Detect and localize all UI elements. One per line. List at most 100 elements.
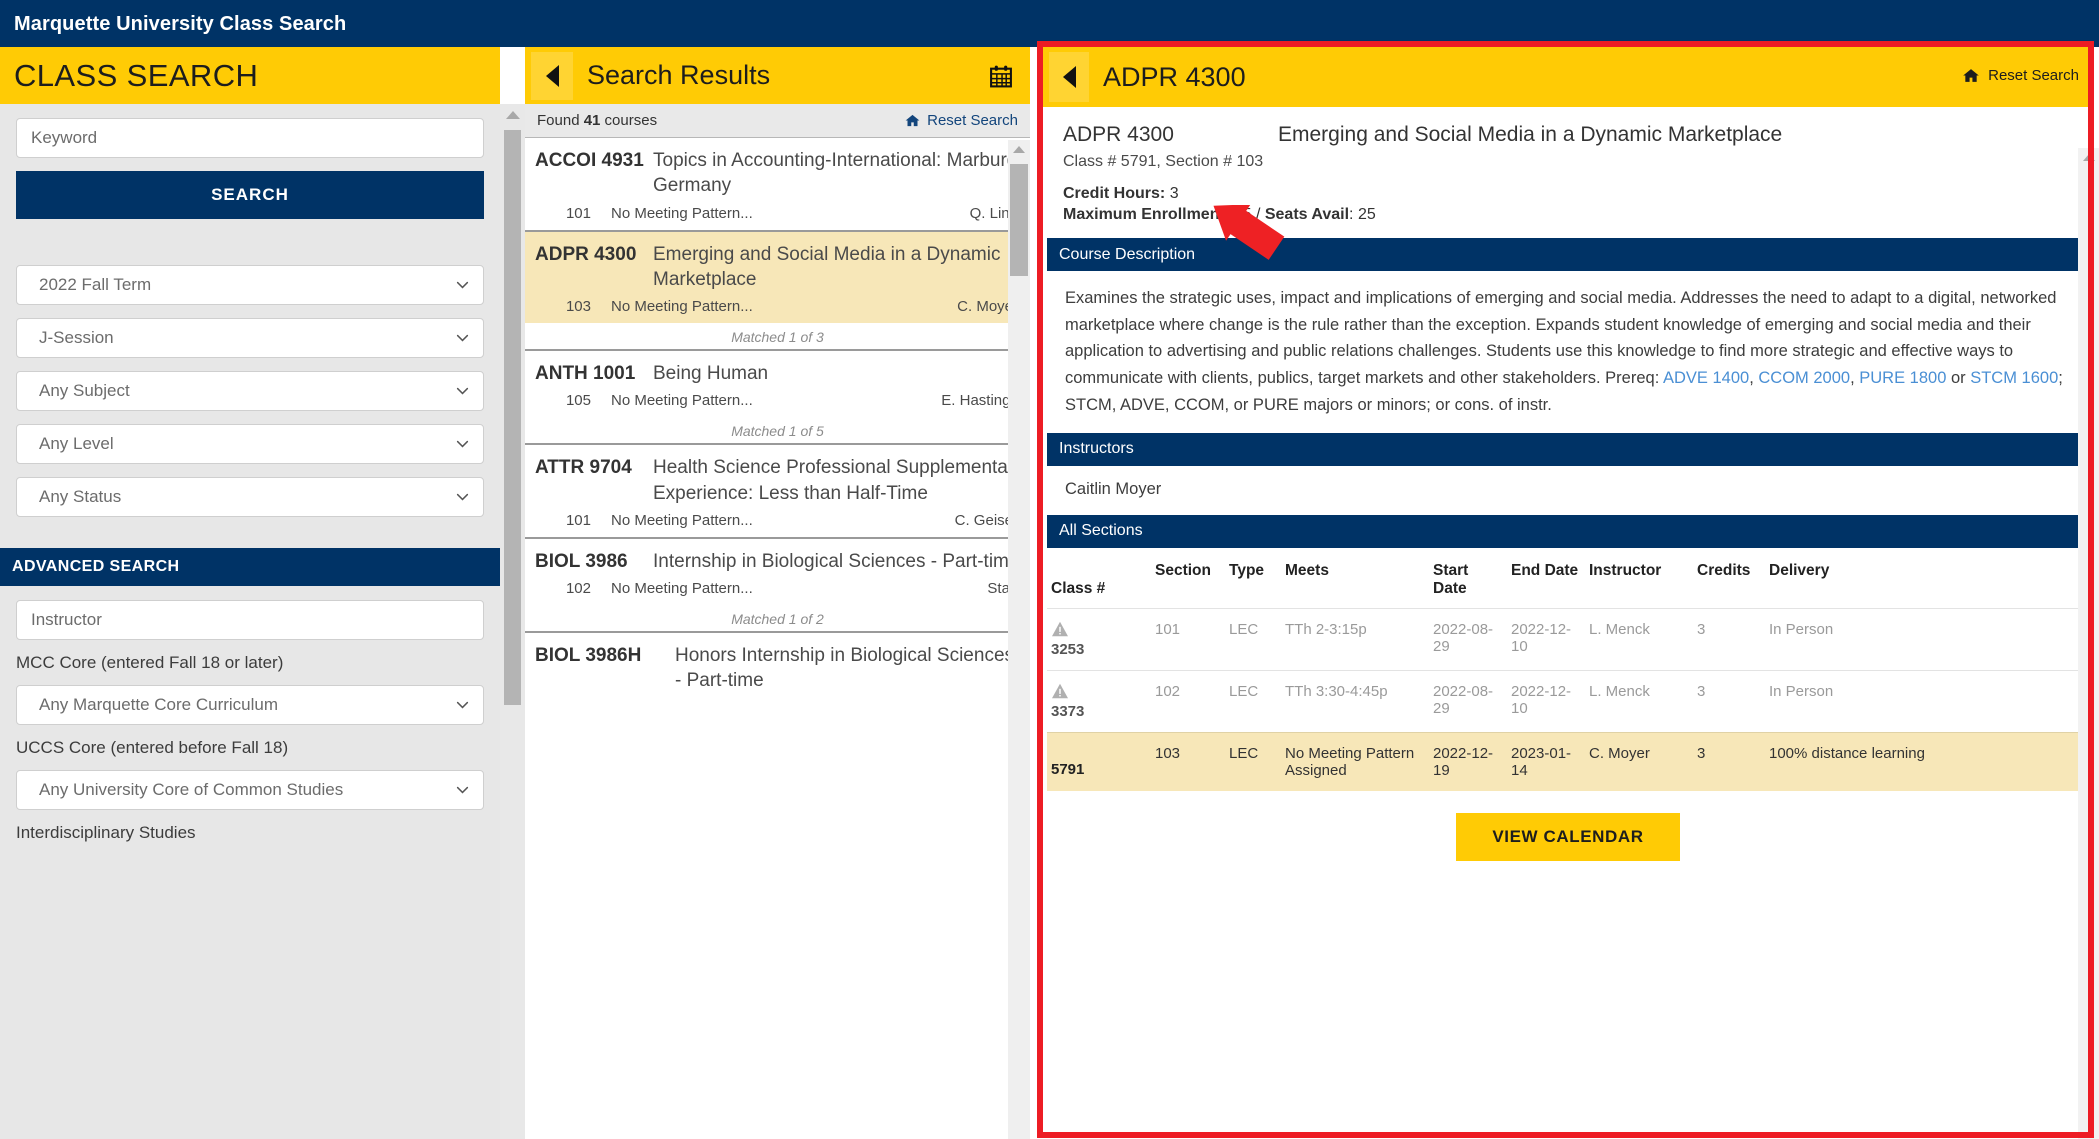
scrollbar-thumb[interactable] <box>1010 164 1028 276</box>
detail-reset-search-link[interactable]: Reset Search <box>1961 67 2079 84</box>
section-end-date: 2022-12-10 <box>1507 670 1585 732</box>
triangle-left-icon <box>546 65 559 87</box>
section-row[interactable]: 3373 102 LEC TTh 3:30-4:45p 2022-08-29 2… <box>1047 670 2089 732</box>
section-instructor: L. Menck <box>1585 670 1693 732</box>
prereq-link-adve-1400[interactable]: ADVE 1400 <box>1663 369 1749 387</box>
chevron-down-icon <box>456 279 469 292</box>
section-credits: 3 <box>1693 732 1765 791</box>
result-code: ANTH 1001 <box>535 361 653 386</box>
results-back-button[interactable] <box>531 52 573 100</box>
sections-table-header-row: Class # Section Type Meets Start Date En… <box>1047 548 2089 609</box>
result-item[interactable]: ATTR 9704 Health Science Professional Su… <box>525 445 1030 539</box>
section-row[interactable]: 3253 101 LEC TTh 2-3:15p 2022-08-29 2022… <box>1047 608 2089 670</box>
col-start-date: Start Date <box>1429 548 1507 609</box>
uccs-core-select[interactable]: Any University Core of Common Studies <box>16 770 484 810</box>
found-count-number: 41 <box>584 112 601 129</box>
level-select[interactable]: Any Level <box>16 424 484 464</box>
keyword-placeholder: Keyword <box>31 128 97 148</box>
result-item[interactable]: BIOL 3986 Internship in Biological Scien… <box>525 539 1030 605</box>
section-delivery: In Person <box>1765 608 2089 670</box>
results-reset-search-label: Reset Search <box>927 112 1018 129</box>
status-select[interactable]: Any Status <box>16 477 484 517</box>
instructor-placeholder: Instructor <box>31 610 102 630</box>
results-title: Search Results <box>587 60 770 91</box>
results-scrollbar[interactable] <box>1008 140 1030 1139</box>
result-meeting: No Meeting Pattern... <box>611 512 753 529</box>
course-description-text: Examines the strategic uses, impact and … <box>1043 271 2093 433</box>
result-section: 103 <box>535 298 591 315</box>
section-class-number: 5791 <box>1051 761 1084 778</box>
scrollbar-thumb[interactable] <box>504 130 521 705</box>
section-meets: TTh 3:30-4:45p <box>1281 670 1429 732</box>
result-code: BIOL 3986H <box>535 643 675 694</box>
calendar-icon[interactable] <box>988 64 1014 94</box>
home-icon <box>1961 67 1981 84</box>
section-number: 102 <box>1151 670 1225 732</box>
mcc-core-select-value: Any Marquette Core Curriculum <box>39 695 278 715</box>
class-section-line: Class # 5791, Section # 103 <box>1043 147 2093 171</box>
prereq-link-ccom-2000[interactable]: CCOM 2000 <box>1758 369 1850 387</box>
col-end-date: End Date <box>1507 548 1585 609</box>
subject-select[interactable]: Any Subject <box>16 371 484 411</box>
result-code: ATTR 9704 <box>535 455 653 506</box>
result-item[interactable]: ANTH 1001 Being Human 105 No Meeting Pat… <box>525 351 1030 417</box>
section-delivery: 100% distance learning <box>1765 732 2089 791</box>
session-select[interactable]: J-Session <box>16 318 484 358</box>
uccs-core-label: UCCS Core (entered before Fall 18) <box>16 738 484 758</box>
result-item[interactable]: ACCOI 4931 Topics in Accounting-Internat… <box>525 138 1030 232</box>
results-subheader: Found 41 courses Reset Search <box>525 104 1030 138</box>
result-meeting: No Meeting Pattern... <box>611 205 753 222</box>
result-section: 101 <box>535 205 591 222</box>
detail-back-button[interactable] <box>1049 52 1089 102</box>
section-delivery: In Person <box>1765 670 2089 732</box>
instructor-input[interactable]: Instructor <box>16 600 484 640</box>
sidebar-header: CLASS SEARCH <box>0 47 500 104</box>
result-matched-count: Matched 1 of 3 <box>525 323 1030 351</box>
scroll-up-arrow-icon[interactable] <box>1013 146 1025 153</box>
view-calendar-button[interactable]: VIEW CALENDAR <box>1456 813 1679 861</box>
result-code: ACCOI 4931 <box>535 148 653 199</box>
prereq-link-stcm-1600[interactable]: STCM 1600 <box>1970 369 2058 387</box>
term-select[interactable]: 2022 Fall Term <box>16 265 484 305</box>
section-instructor: L. Menck <box>1585 608 1693 670</box>
credit-hours-value: 3 <box>1170 185 1179 202</box>
section-row-selected[interactable]: 5791 103 LEC No Meeting Pattern Assigned… <box>1047 732 2089 791</box>
app-title: Marquette University Class Search <box>14 13 346 36</box>
search-button[interactable]: SEARCH <box>16 171 484 219</box>
result-item-selected[interactable]: ADPR 4300 Emerging and Social Media in a… <box>525 232 1030 324</box>
result-code: ADPR 4300 <box>535 242 653 293</box>
result-section: 105 <box>535 392 591 409</box>
triangle-left-icon <box>1063 66 1076 88</box>
section-credits: 3 <box>1693 670 1765 732</box>
col-meets: Meets <box>1281 548 1429 609</box>
seats-avail-label: Seats Avail <box>1265 206 1349 223</box>
sidebar-scrollbar[interactable] <box>500 104 525 1139</box>
chevron-down-icon <box>456 385 469 398</box>
section-meets: TTh 2-3:15p <box>1281 608 1429 670</box>
result-title: Internship in Biological Sciences - Part… <box>653 549 1019 574</box>
keyword-input[interactable]: Keyword <box>16 118 484 158</box>
section-meets: No Meeting Pattern Assigned <box>1281 732 1429 791</box>
interdisciplinary-label: Interdisciplinary Studies <box>16 823 484 843</box>
result-title: Topics in Accounting-International: Marb… <box>653 148 1024 199</box>
result-meeting: No Meeting Pattern... <box>611 298 753 315</box>
detail-scrollbar[interactable] <box>2078 148 2099 1139</box>
seats-avail-value: 25 <box>1358 206 1376 223</box>
section-credits: 3 <box>1693 608 1765 670</box>
col-section: Section <box>1151 548 1225 609</box>
chevron-down-icon <box>456 699 469 712</box>
result-title: Honors Internship in Biological Sciences… <box>675 643 1024 694</box>
sections-table: Class # Section Type Meets Start Date En… <box>1047 548 2089 791</box>
detail-reset-search-label: Reset Search <box>1988 67 2079 84</box>
section-type: LEC <box>1225 732 1281 791</box>
result-item[interactable]: BIOL 3986H Honors Internship in Biologic… <box>525 633 1030 700</box>
prereq-link-pure-1800[interactable]: PURE 1800 <box>1859 369 1946 387</box>
advanced-search-heading: ADVANCED SEARCH <box>0 548 500 586</box>
section-number: 101 <box>1151 608 1225 670</box>
results-reset-search-link[interactable]: Reset Search <box>904 112 1018 129</box>
status-select-value: Any Status <box>39 487 121 507</box>
mcc-core-select[interactable]: Any Marquette Core Curriculum <box>16 685 484 725</box>
scroll-up-arrow-icon[interactable] <box>2083 154 2095 161</box>
scroll-up-arrow-icon[interactable] <box>506 111 520 119</box>
home-icon <box>904 113 921 128</box>
